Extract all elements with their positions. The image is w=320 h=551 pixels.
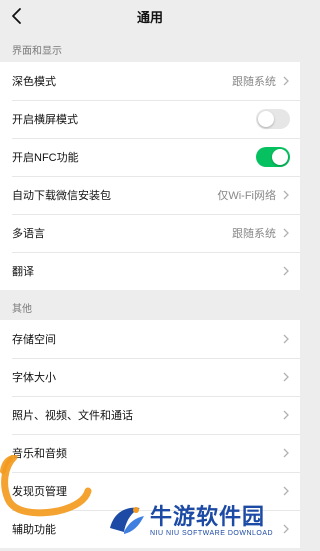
toggle-knob — [272, 149, 288, 165]
section-header-display: 界面和显示 — [0, 32, 300, 62]
row-translate[interactable]: 翻译 — [0, 252, 300, 290]
chevron-right-icon — [283, 334, 289, 344]
watermark-text-en: NIU NIU SOFTWARE DOWNLOAD — [150, 529, 274, 537]
row-music-audio[interactable]: 音乐和音频 — [0, 434, 300, 472]
chevron-right-icon — [283, 410, 289, 420]
row-label: 多语言 — [12, 228, 45, 240]
row-font-size[interactable]: 字体大小 — [0, 358, 300, 396]
nav-bar: 通用 — [0, 0, 300, 32]
row-label: 开启NFC功能 — [12, 152, 79, 164]
chevron-right-icon — [283, 228, 289, 238]
row-auto-download[interactable]: 自动下载微信安装包 仅Wi-Fi网络 — [0, 176, 300, 214]
chevron-right-icon — [283, 372, 289, 382]
row-label: 翻译 — [12, 266, 34, 278]
row-label: 字体大小 — [12, 372, 56, 384]
section-header-other: 其他 — [0, 290, 300, 320]
row-landscape-mode[interactable]: 开启横屏模式 — [0, 100, 300, 138]
nfc-toggle[interactable] — [256, 147, 290, 167]
row-dark-mode[interactable]: 深色模式 跟随系统 — [0, 62, 300, 100]
chevron-right-icon — [283, 76, 289, 86]
page-title: 通用 — [136, 10, 163, 25]
row-nfc[interactable]: 开启NFC功能 — [0, 138, 300, 176]
chevron-right-icon — [283, 190, 289, 200]
row-label: 自动下载微信安装包 — [12, 190, 111, 202]
chevron-right-icon — [283, 448, 289, 458]
row-label: 照片、视频、文件和通话 — [12, 410, 133, 422]
watermark-text-cn: 牛游软件园 — [150, 503, 266, 529]
chevron-right-icon — [283, 486, 289, 496]
landscape-toggle[interactable] — [256, 109, 290, 129]
row-label: 深色模式 — [12, 76, 56, 88]
row-value: 跟随系统 — [232, 228, 276, 240]
row-media-files[interactable]: 照片、视频、文件和通话 — [0, 396, 300, 434]
watermark-logo-icon — [110, 507, 144, 534]
chevron-right-icon — [283, 266, 289, 276]
toggle-knob — [258, 111, 274, 127]
settings-group-display: 深色模式 跟随系统 开启横屏模式 开启NFC功能 自动下载微信安装包 仅Wi-F… — [0, 62, 300, 290]
row-value: 跟随系统 — [232, 76, 276, 88]
row-storage[interactable]: 存储空间 — [0, 320, 300, 358]
row-language[interactable]: 多语言 跟随系统 — [0, 214, 300, 252]
row-value: 仅Wi-Fi网络 — [217, 190, 276, 202]
row-label: 开启横屏模式 — [12, 114, 78, 126]
watermark: 牛游软件园 NIU NIU SOFTWARE DOWNLOAD — [106, 497, 296, 543]
row-label: 音乐和音频 — [12, 448, 67, 460]
row-label: 存储空间 — [12, 334, 56, 346]
